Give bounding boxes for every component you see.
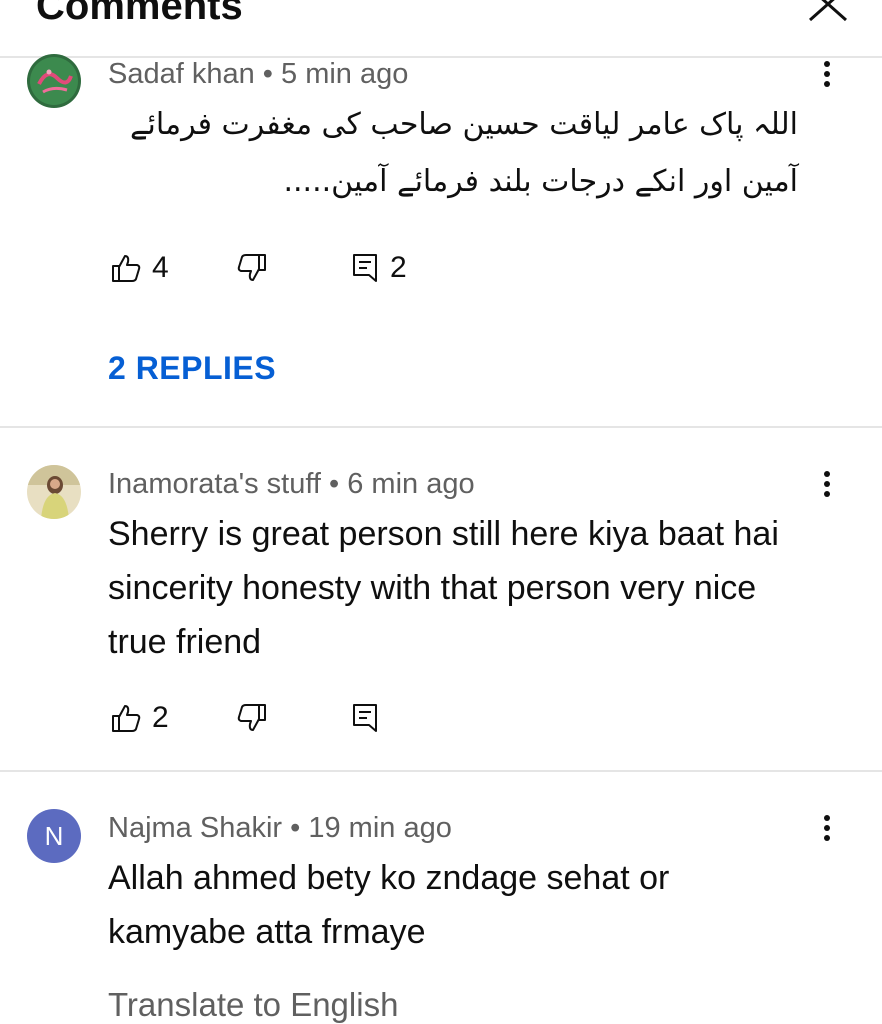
- meta-separator: •: [254, 58, 282, 90]
- avatar-letter: N: [44, 820, 64, 851]
- view-replies-button[interactable]: 2 REPLIES: [108, 350, 276, 387]
- comment-time: 6 min ago: [347, 468, 475, 500]
- comment-text: Sherry is great person still here kiya b…: [108, 515, 779, 661]
- thumbs-down-icon: [237, 704, 266, 731]
- comment-author[interactable]: Inamorata's stuff: [108, 468, 321, 500]
- more-options-icon[interactable]: [812, 812, 842, 848]
- thumbs-up-icon: [112, 255, 141, 282]
- comment-text-line: اللہ پاک عامر لیاقت حسین صاحب کی مغفرت ف…: [129, 107, 798, 142]
- reply-button[interactable]: 2: [350, 248, 407, 288]
- meta-separator: •: [282, 812, 309, 844]
- translate-button[interactable]: Translate to English: [108, 986, 398, 1024]
- comments-header: Comments: [0, 0, 882, 58]
- thumbs-up-icon: [112, 705, 141, 732]
- avatar[interactable]: [27, 54, 81, 108]
- meta-separator: •: [320, 468, 348, 500]
- comment-reply-icon: [353, 704, 377, 732]
- avatar[interactable]: N: [27, 809, 81, 863]
- more-options-icon[interactable]: [812, 58, 842, 94]
- comment-meta: Najma Shakir • 19 min ago: [108, 812, 452, 845]
- comment-text-line: آمین اور انکے درجات بلند فرمائے آمین....…: [283, 164, 798, 199]
- comment-time: 19 min ago: [308, 812, 452, 844]
- comment-meta: Sadaf khan • 5 min ago: [108, 58, 408, 91]
- comment-author[interactable]: Sadaf khan: [108, 58, 255, 90]
- comment-author[interactable]: Najma Shakir: [108, 812, 282, 844]
- reply-button[interactable]: [350, 698, 390, 738]
- like-count: 2: [152, 701, 169, 734]
- panel-title: Comments: [36, 0, 243, 28]
- comment-time: 5 min ago: [281, 58, 409, 90]
- like-button[interactable]: 2: [110, 698, 169, 738]
- dislike-button[interactable]: [236, 248, 268, 288]
- comment-meta: Inamorata's stuff • 6 min ago: [108, 468, 475, 501]
- comment-reply-icon: [353, 254, 377, 282]
- like-count: 4: [152, 251, 169, 284]
- divider: [0, 426, 882, 428]
- reply-count: 2: [390, 251, 407, 284]
- divider: [0, 770, 882, 772]
- close-icon[interactable]: [804, 0, 852, 34]
- comment-text: Allah ahmed bety ko zndage sehat or kamy…: [108, 859, 670, 951]
- comment-text: اللہ پاک عامر لیاقت حسین صاحب کی مغفرت ف…: [108, 96, 798, 210]
- thumbs-down-icon: [237, 254, 266, 281]
- avatar[interactable]: [27, 465, 81, 519]
- dislike-button[interactable]: [236, 698, 268, 738]
- more-options-icon[interactable]: [812, 468, 842, 504]
- like-button[interactable]: 4: [110, 248, 169, 288]
